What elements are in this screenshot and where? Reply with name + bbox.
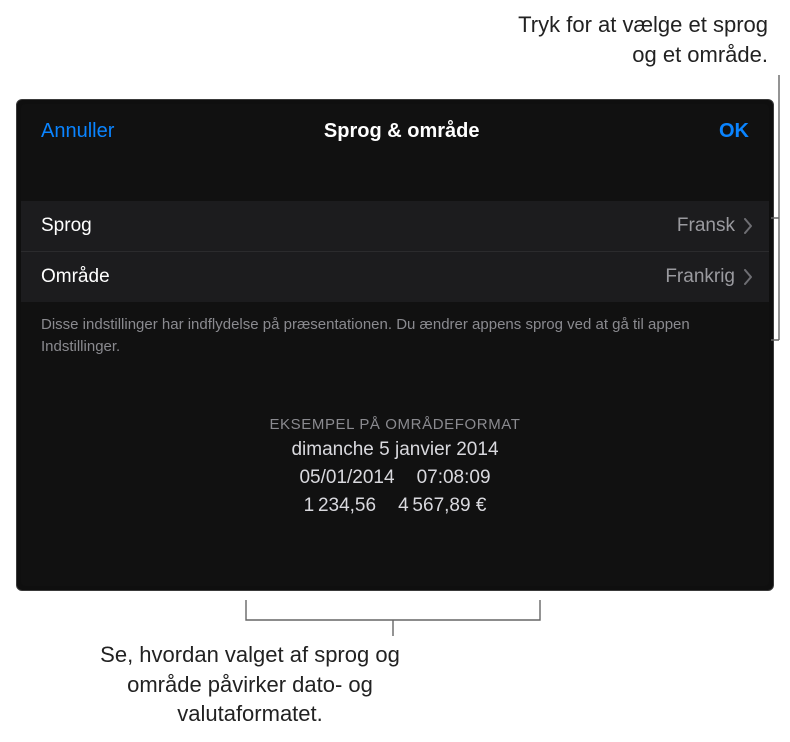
row-language-label: Sprog (41, 215, 92, 237)
callout-top: Tryk for at vælge et sprog og et område. (488, 10, 768, 69)
row-language-value: Fransk (677, 215, 735, 237)
example-short-date: 05/01/2014 (299, 467, 394, 488)
settings-rows: Sprog Fransk Område Frankrig (21, 201, 769, 302)
example-heading: EKSEMPEL PÅ OMRÅDEFORMAT (21, 416, 769, 433)
row-language[interactable]: Sprog Fransk (21, 201, 769, 252)
row-region-value: Frankrig (665, 266, 735, 288)
row-region-label: Område (41, 266, 110, 288)
settings-panel: Annuller Sprog & område OK Sprog Fransk (21, 104, 769, 586)
example-block: EKSEMPEL PÅ OMRÅDEFORMAT dimanche 5 janv… (21, 416, 769, 517)
example-number: 1 234,56 (304, 495, 376, 516)
device-frame: Annuller Sprog & område OK Sprog Fransk (16, 99, 774, 591)
footer-note: Disse indstillinger har indflydelse på p… (21, 302, 769, 358)
nav-bar: Annuller Sprog & område OK (21, 104, 769, 163)
callout-bottom: Se, hvordan valget af sprog og område på… (90, 640, 410, 729)
ok-button[interactable]: OK (689, 120, 749, 143)
example-currency: 4 567,89 € (398, 495, 486, 516)
chevron-right-icon (743, 218, 753, 234)
example-number-currency-line: 1 234,56 4 567,89 € (21, 495, 769, 517)
documentation-figure: Tryk for at vælge et sprog og et område.… (0, 0, 790, 742)
example-long-date: dimanche 5 janvier 2014 (21, 439, 769, 461)
example-time: 07:08:09 (417, 467, 491, 488)
row-region[interactable]: Område Frankrig (21, 252, 769, 302)
example-date-time-line: 05/01/2014 07:08:09 (21, 467, 769, 489)
cancel-button[interactable]: Annuller (41, 120, 114, 143)
page-title: Sprog & område (114, 120, 689, 143)
chevron-right-icon (743, 269, 753, 285)
